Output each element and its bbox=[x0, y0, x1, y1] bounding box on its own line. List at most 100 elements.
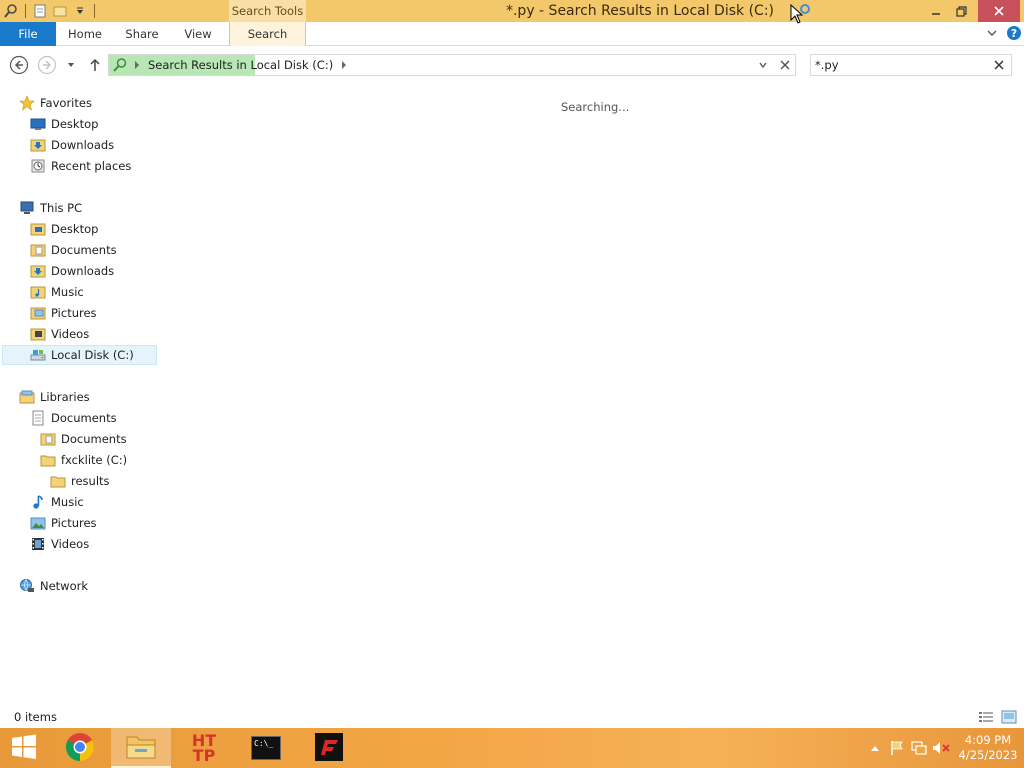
http-app-icon: HT TP bbox=[192, 733, 216, 764]
windows-logo-icon bbox=[11, 734, 37, 763]
start-button[interactable] bbox=[0, 728, 48, 768]
expand-ribbon-icon[interactable] bbox=[986, 27, 998, 42]
nav-pc-desktop[interactable]: Desktop bbox=[30, 219, 98, 239]
search-box[interactable] bbox=[810, 54, 1012, 76]
breadcrumb-chevron-icon[interactable] bbox=[341, 61, 347, 69]
pictures-folder-icon bbox=[30, 305, 46, 321]
tab-share[interactable]: Share bbox=[116, 22, 168, 46]
qat-separator bbox=[25, 4, 26, 18]
minimize-button[interactable] bbox=[922, 0, 949, 22]
nav-label: fxcklite (C:) bbox=[61, 453, 128, 467]
status-bar: 0 items bbox=[0, 706, 1024, 728]
help-icon[interactable]: ? bbox=[1006, 25, 1022, 44]
nav-libraries[interactable]: Libraries bbox=[19, 387, 90, 407]
nav-this-pc[interactable]: This PC bbox=[19, 198, 82, 218]
search-app-icon[interactable] bbox=[2, 2, 20, 20]
ribbon-tab-bar: File Home Share View Search ? bbox=[0, 22, 1024, 46]
navigation-pane: Favorites Desktop Downloads Recent place… bbox=[0, 88, 158, 704]
title-bar: Search Tools *.py - Search Results in Lo… bbox=[0, 0, 1024, 22]
local-disk-icon bbox=[30, 347, 46, 363]
nav-lib-documents-folder[interactable]: Documents bbox=[40, 429, 127, 449]
clock-date: 4/25/2023 bbox=[958, 748, 1018, 762]
network-tray-icon[interactable] bbox=[908, 728, 930, 768]
nav-lib-pictures[interactable]: Pictures bbox=[30, 513, 97, 533]
large-icons-view-icon[interactable] bbox=[1000, 709, 1018, 725]
file-list-view[interactable]: Searching... bbox=[158, 88, 1024, 704]
file-explorer-icon bbox=[125, 732, 157, 763]
clear-search-icon[interactable] bbox=[991, 56, 1007, 74]
nav-label: Desktop bbox=[51, 117, 99, 131]
show-hidden-icons[interactable] bbox=[864, 728, 886, 768]
music-note-icon bbox=[30, 494, 46, 510]
nav-label: This PC bbox=[40, 201, 83, 215]
nav-lib-music[interactable]: Music bbox=[30, 492, 84, 512]
nav-lib-videos[interactable]: Videos bbox=[30, 534, 89, 554]
taskbar-chrome[interactable] bbox=[50, 728, 110, 768]
star-icon bbox=[19, 95, 35, 111]
nav-pc-videos[interactable]: Videos bbox=[30, 324, 89, 344]
clock-time: 4:09 PM bbox=[964, 733, 1012, 747]
downloads-folder-icon bbox=[30, 137, 46, 153]
customize-qat-icon[interactable] bbox=[71, 2, 89, 20]
tab-search[interactable]: Search bbox=[229, 22, 306, 46]
recent-locations-icon[interactable] bbox=[63, 55, 79, 75]
taskbar-app[interactable] bbox=[299, 728, 359, 768]
nav-pc-pictures[interactable]: Pictures bbox=[30, 303, 97, 323]
tab-view[interactable]: View bbox=[174, 22, 222, 46]
nav-pc-music[interactable]: Music bbox=[30, 282, 84, 302]
back-button[interactable] bbox=[9, 55, 29, 75]
picture-icon bbox=[30, 515, 46, 531]
nav-pc-downloads[interactable]: Downloads bbox=[30, 261, 114, 281]
close-button[interactable] bbox=[978, 0, 1020, 22]
forward-button[interactable] bbox=[37, 55, 57, 75]
nav-label: Recent places bbox=[51, 159, 132, 173]
nav-label: results bbox=[71, 474, 110, 488]
folder-icon bbox=[40, 452, 56, 468]
nav-label: Favorites bbox=[40, 96, 92, 110]
properties-icon[interactable] bbox=[31, 2, 49, 20]
search-tools-header: Search Tools bbox=[229, 0, 306, 22]
ribbon-controls: ? bbox=[986, 22, 1022, 46]
volume-muted-icon[interactable] bbox=[930, 728, 952, 768]
nav-favorites-recent-places[interactable]: Recent places bbox=[30, 156, 131, 176]
nav-lib-documents[interactable]: Documents bbox=[30, 408, 117, 428]
new-folder-icon[interactable] bbox=[51, 2, 69, 20]
up-button[interactable] bbox=[85, 55, 105, 75]
nav-label: Local Disk (C:) bbox=[51, 348, 134, 362]
nav-label: Documents bbox=[61, 432, 127, 446]
taskbar-file-explorer[interactable] bbox=[111, 728, 171, 768]
nav-network[interactable]: Network bbox=[19, 576, 88, 596]
nav-favorites[interactable]: Favorites bbox=[19, 93, 92, 113]
tab-home[interactable]: Home bbox=[60, 22, 110, 46]
clock[interactable]: 4:09 PM 4/25/2023 bbox=[952, 728, 1024, 768]
restore-button[interactable] bbox=[948, 0, 975, 22]
computer-icon bbox=[19, 200, 35, 216]
search-input[interactable] bbox=[815, 56, 985, 74]
nav-lib-fxcklite[interactable]: fxcklite (C:) bbox=[40, 450, 127, 470]
details-view-icon[interactable] bbox=[977, 709, 995, 725]
nav-label: Pictures bbox=[51, 516, 97, 530]
address-dropdown-icon[interactable] bbox=[755, 55, 771, 75]
nav-pc-documents[interactable]: Documents bbox=[30, 240, 117, 260]
taskbar: HT TP C:\_ 4:09 PM 4/25/2023 bbox=[0, 728, 1024, 768]
nav-favorites-desktop[interactable]: Desktop bbox=[30, 114, 98, 134]
searching-message: Searching... bbox=[561, 100, 630, 114]
action-center-flag-icon[interactable] bbox=[886, 728, 908, 768]
downloads-folder-icon bbox=[30, 263, 46, 279]
nav-lib-results[interactable]: results bbox=[50, 471, 110, 491]
nav-label: Libraries bbox=[40, 390, 90, 404]
tab-file[interactable]: File bbox=[0, 22, 56, 46]
address-bar[interactable]: Search Results in Local Disk (C:) bbox=[108, 54, 796, 76]
breadcrumb-chevron-icon[interactable] bbox=[134, 61, 140, 69]
stop-search-icon[interactable] bbox=[776, 56, 794, 74]
breadcrumb-search-results[interactable]: Search Results in Local Disk (C:) bbox=[148, 58, 333, 72]
taskbar-command-prompt[interactable]: C:\_ bbox=[236, 728, 296, 768]
nav-pc-local-disk[interactable]: Local Disk (C:) bbox=[2, 345, 157, 365]
taskbar-http-tool[interactable]: HT TP bbox=[174, 728, 234, 768]
nav-favorites-downloads[interactable]: Downloads bbox=[30, 135, 114, 155]
cmd-icon: C:\_ bbox=[251, 736, 281, 760]
nav-label: Music bbox=[51, 285, 84, 299]
nav-label: Desktop bbox=[51, 222, 99, 236]
document-library-icon bbox=[30, 410, 46, 426]
nav-label: Documents bbox=[51, 411, 117, 425]
